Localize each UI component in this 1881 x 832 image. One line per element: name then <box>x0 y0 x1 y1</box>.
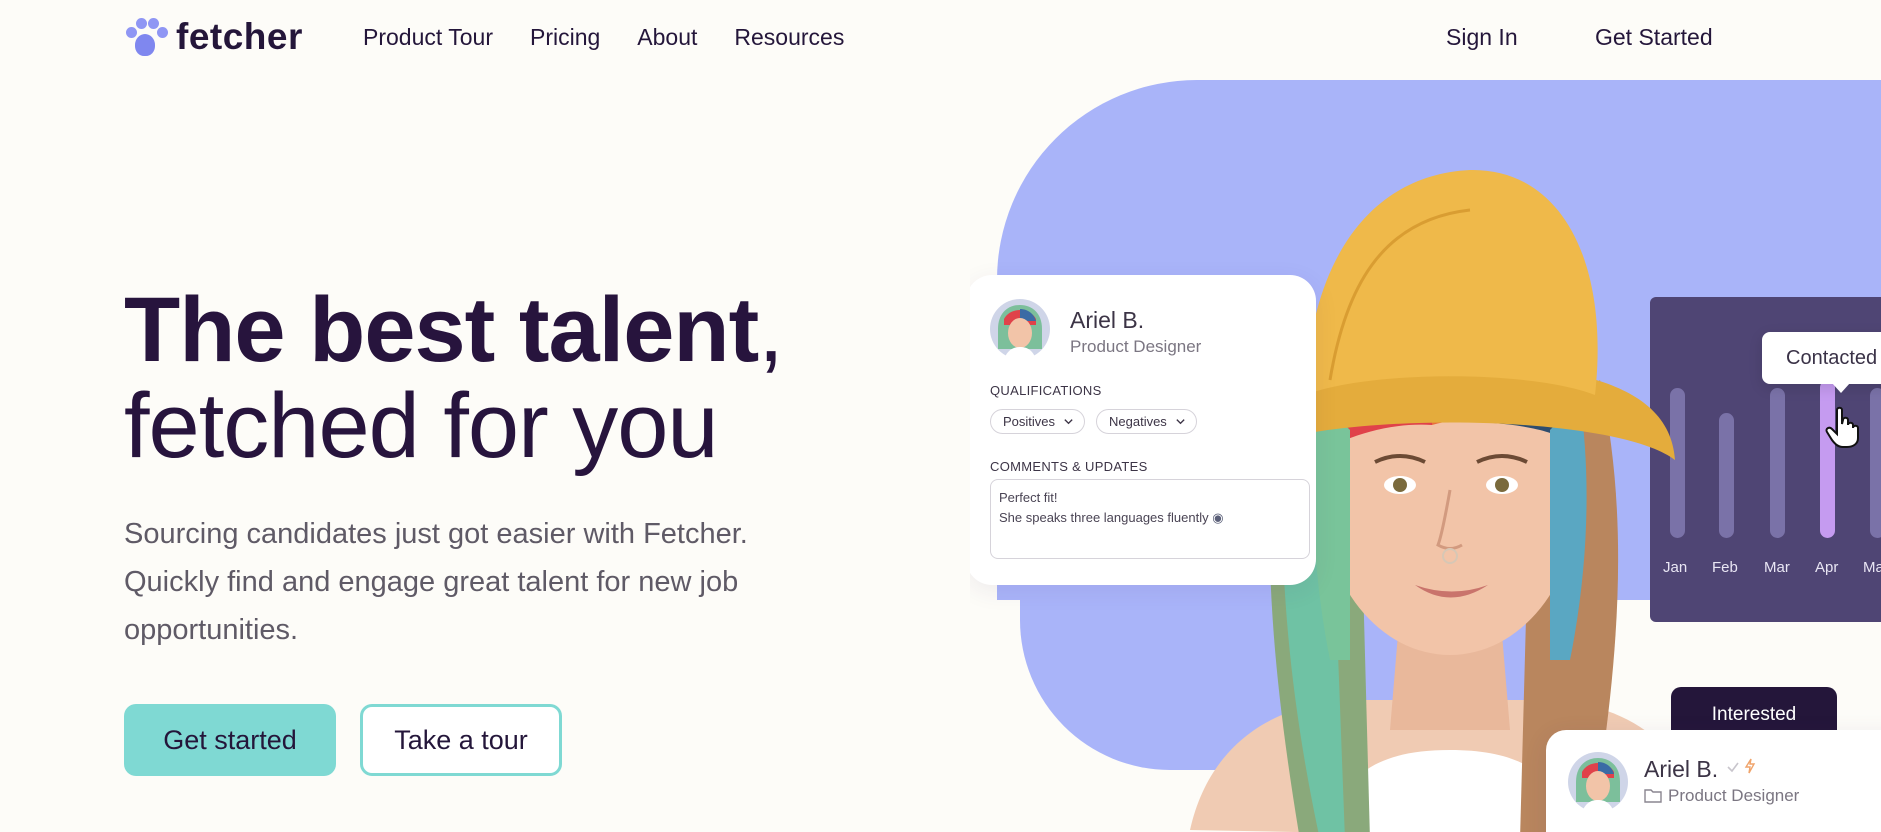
headline-comma: , <box>758 279 784 381</box>
candidate-avatar <box>990 299 1050 359</box>
negatives-label: Negatives <box>1109 414 1167 429</box>
month-label: Apr <box>1815 559 1839 576</box>
pointer-hand-icon <box>1825 406 1859 448</box>
headline-line-2: fetched for you <box>124 375 719 477</box>
candidate-name: Ariel B. <box>1070 307 1145 333</box>
chart-bar-5 <box>1870 388 1881 538</box>
chevron-down-icon <box>1176 419 1185 425</box>
brand-logo[interactable]: fetcher <box>124 16 303 58</box>
nav-link-product-tour[interactable]: Product Tour <box>363 24 493 51</box>
month-label: Ma <box>1863 559 1881 576</box>
chart-bar-3 <box>1770 388 1785 538</box>
candidate-name: Ariel B. <box>1644 756 1719 782</box>
nav-link-about[interactable]: About <box>637 24 697 51</box>
chevron-down-icon <box>1064 419 1073 425</box>
top-nav: fetcher Product Tour Pricing About Resou… <box>0 0 1881 78</box>
chart-bar-4 <box>1820 380 1835 538</box>
qualifications-label: QUALIFICATIONS <box>990 383 1102 398</box>
candidate-avatar <box>1568 752 1628 812</box>
folder-icon <box>1644 789 1662 803</box>
candidate-status-card[interactable]: Ariel B. Product Designer <box>1546 730 1881 832</box>
comment-line: Perfect fit! <box>999 490 1058 505</box>
sign-in-link[interactable]: Sign In <box>1446 24 1518 51</box>
paw-logo-icon <box>124 17 168 57</box>
take-a-tour-button[interactable]: Take a tour <box>360 704 562 776</box>
candidate-profile-card[interactable]: Ariel B. Product Designer QUALIFICATIONS… <box>970 275 1316 585</box>
get-started-button[interactable]: Get started <box>124 704 336 776</box>
hero-lead: Sourcing candidates just got easier with… <box>124 518 748 646</box>
negatives-dropdown[interactable]: Negatives <box>1096 409 1197 434</box>
speaking-head-icon: ◉ <box>1212 510 1224 525</box>
positives-dropdown[interactable]: Positives <box>990 409 1086 434</box>
nav-links: Product Tour Pricing About Resources <box>363 24 844 51</box>
candidate-role: Product Designer <box>1070 337 1202 356</box>
positives-label: Positives <box>1003 414 1056 429</box>
comments-label: COMMENTS & UPDATES <box>990 459 1148 474</box>
check-icon <box>1727 762 1739 773</box>
get-started-nav-link[interactable]: Get Started <box>1595 24 1713 51</box>
lightning-icon <box>1744 758 1756 774</box>
contacted-tooltip: Contacted <box>1762 332 1881 393</box>
hero-illustration: Jan Feb Mar Apr Ma Contacted Ariel B. Pr… <box>970 80 1881 832</box>
brand-name: fetcher <box>176 16 303 57</box>
nav-link-pricing[interactable]: Pricing <box>530 24 600 51</box>
candidate-role: Product Designer <box>1668 786 1800 805</box>
month-label: Mar <box>1764 559 1790 576</box>
comment-box[interactable]: Perfect fit! She speaks three languages … <box>990 479 1310 559</box>
headline-bold: The best talent <box>124 279 759 381</box>
hero-headline: The best talent, fetched for you <box>124 279 784 477</box>
nav-link-resources[interactable]: Resources <box>734 24 844 51</box>
comment-line: She speaks three languages fluently <box>999 510 1209 525</box>
